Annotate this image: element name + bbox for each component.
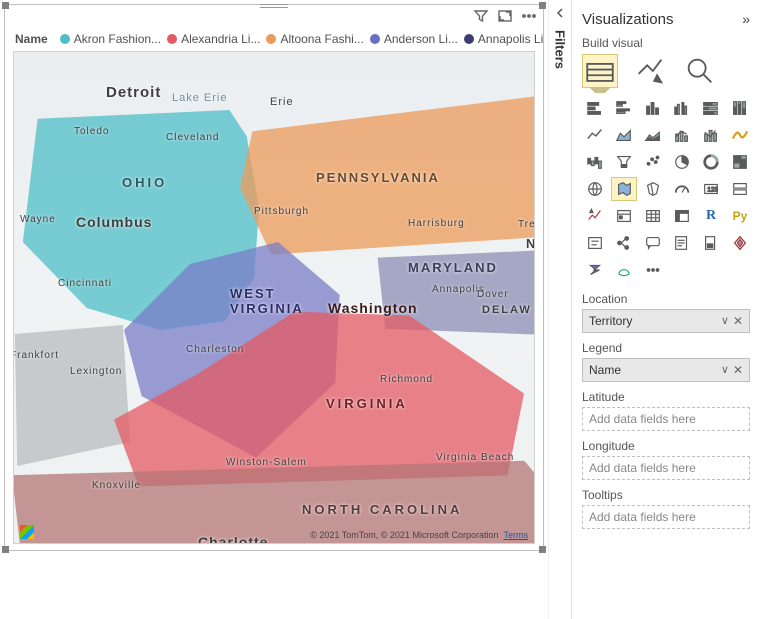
field-label-legend: Legend: [582, 341, 750, 355]
remove-field-icon[interactable]: ✕: [733, 363, 743, 377]
filters-pane-collapsed[interactable]: Filters: [548, 0, 572, 619]
bing-logo-icon: [20, 525, 34, 539]
field-well-tooltips[interactable]: Add data fields here: [582, 505, 750, 529]
filter-icon[interactable]: [473, 8, 489, 24]
expand-filters-icon[interactable]: [553, 6, 567, 20]
viz-type-filled-map[interactable]: [611, 177, 637, 201]
viz-type-clustered-col[interactable]: [669, 96, 695, 120]
pane-title: Visualizations: [582, 11, 673, 28]
legend-dot-icon: [266, 34, 276, 44]
filters-label: Filters: [553, 30, 568, 69]
svg-text:123: 123: [707, 187, 718, 194]
legend-item[interactable]: Alexandria Li...: [167, 32, 260, 46]
map-label: Erie: [270, 96, 294, 108]
format-visual-tab[interactable]: [632, 54, 668, 88]
viz-type-powerautomate[interactable]: [582, 258, 608, 282]
viz-type-matrix[interactable]: [669, 204, 695, 228]
viz-type-stacked100-bar[interactable]: [698, 96, 724, 120]
legend-item[interactable]: Anderson Li...: [370, 32, 458, 46]
map-label: Detroit: [106, 84, 161, 101]
viz-type-ribbon[interactable]: [727, 123, 753, 147]
resize-handle-bl[interactable]: [2, 546, 9, 553]
map-canvas[interactable]: Detroit Lake Erie Erie Toledo Cleveland …: [13, 51, 535, 544]
viz-type-decomp[interactable]: [611, 231, 637, 255]
chevron-down-icon[interactable]: ∨: [721, 363, 729, 377]
viz-type-r-visual[interactable]: R: [698, 204, 724, 228]
viz-type-stacked100-col[interactable]: [727, 96, 753, 120]
field-well-latitude[interactable]: Add data fields here: [582, 407, 750, 431]
viz-type-treemap[interactable]: [727, 150, 753, 174]
viz-type-gauge[interactable]: [669, 177, 695, 201]
viz-type-powerapps[interactable]: [727, 231, 753, 255]
viz-type-line[interactable]: [582, 123, 608, 147]
map-region-kentucky[interactable]: [13, 322, 130, 472]
viz-type-slicer[interactable]: [611, 204, 637, 228]
legend-dot-icon: [167, 34, 177, 44]
viz-type-waterfall[interactable]: [582, 150, 608, 174]
collapse-pane-icon[interactable]: »: [742, 11, 750, 27]
chevron-down-icon[interactable]: ∨: [721, 314, 729, 328]
viz-type-qna[interactable]: [640, 231, 666, 255]
map-visual-frame[interactable]: Name Akron Fashion... Alexandria Li... A…: [4, 4, 544, 551]
viz-type-stacked-bar[interactable]: [582, 96, 608, 120]
viz-type-kpi[interactable]: ▲: [582, 204, 608, 228]
focus-mode-icon[interactable]: [497, 8, 513, 24]
viz-type-paginated[interactable]: [698, 231, 724, 255]
viz-type-line-col2[interactable]: [698, 123, 724, 147]
viz-type-multi-card[interactable]: [727, 177, 753, 201]
viz-type-stacked-col[interactable]: [640, 96, 666, 120]
viz-type-card-num[interactable]: 123: [698, 177, 724, 201]
resize-handle-br[interactable]: [539, 546, 546, 553]
build-visual-tab[interactable]: [582, 54, 618, 88]
field-label-location: Location: [582, 292, 750, 306]
drag-grip-icon[interactable]: [260, 4, 288, 8]
map-attribution: © 2021 TomTom, © 2021 Microsoft Corporat…: [310, 530, 528, 540]
field-label-latitude: Latitude: [582, 390, 750, 404]
terms-link[interactable]: Terms: [504, 530, 529, 540]
legend-dot-icon: [60, 34, 70, 44]
more-options-icon[interactable]: [521, 8, 537, 24]
analytics-tab[interactable]: [682, 54, 718, 88]
field-label-tooltips: Tooltips: [582, 488, 750, 502]
visual-header: [5, 5, 543, 27]
visual-type-grid: 123 ▲ RPy: [582, 96, 750, 282]
legend-item[interactable]: Akron Fashion...: [60, 32, 161, 46]
viz-type-more-viz[interactable]: [640, 258, 666, 282]
viz-type-arcgis[interactable]: [611, 258, 637, 282]
field-label-longitude: Longitude: [582, 439, 750, 453]
resize-handle-tr[interactable]: [539, 2, 546, 9]
viz-type-funnel[interactable]: [611, 150, 637, 174]
viz-type-python-visual[interactable]: Py: [727, 204, 753, 228]
viz-type-scatter[interactable]: [640, 150, 666, 174]
legend-dot-icon: [464, 34, 474, 44]
legend-item[interactable]: Altoona Fashi...: [266, 32, 363, 46]
field-well-legend[interactable]: Name ∨✕: [582, 358, 750, 382]
svg-text:▲: ▲: [589, 208, 594, 214]
viz-type-area[interactable]: [611, 123, 637, 147]
legend-title: Name: [15, 32, 48, 46]
map-label: Lake Erie: [172, 92, 227, 104]
map-region-pennsylvania[interactable]: [240, 82, 535, 258]
remove-field-icon[interactable]: ✕: [733, 314, 743, 328]
viz-type-narrative[interactable]: [669, 231, 695, 255]
report-canvas[interactable]: Name Akron Fashion... Alexandria Li... A…: [0, 0, 548, 564]
map-label: NEW: [526, 236, 535, 251]
legend-dot-icon: [370, 34, 380, 44]
viz-type-donut[interactable]: [698, 150, 724, 174]
viz-type-pie[interactable]: [669, 150, 695, 174]
viz-type-table[interactable]: [640, 204, 666, 228]
field-well-location[interactable]: Territory ∨✕: [582, 309, 750, 333]
viz-type-shape-map[interactable]: [640, 177, 666, 201]
legend-bar: Name Akron Fashion... Alexandria Li... A…: [5, 27, 543, 51]
viz-type-key-inf[interactable]: [582, 231, 608, 255]
visualizations-pane: Visualizations » Build visual 123 ▲ RPy Lo…: [572, 0, 760, 619]
viz-type-line-col[interactable]: [669, 123, 695, 147]
field-well-longitude[interactable]: Add data fields here: [582, 456, 750, 480]
viz-type-clustered-bar[interactable]: [611, 96, 637, 120]
legend-item[interactable]: Annapolis Li...: [464, 32, 543, 46]
resize-handle-tl[interactable]: [2, 2, 9, 9]
build-visual-label: Build visual: [582, 36, 750, 50]
viz-type-stacked-area[interactable]: [640, 123, 666, 147]
viz-type-map[interactable]: [582, 177, 608, 201]
